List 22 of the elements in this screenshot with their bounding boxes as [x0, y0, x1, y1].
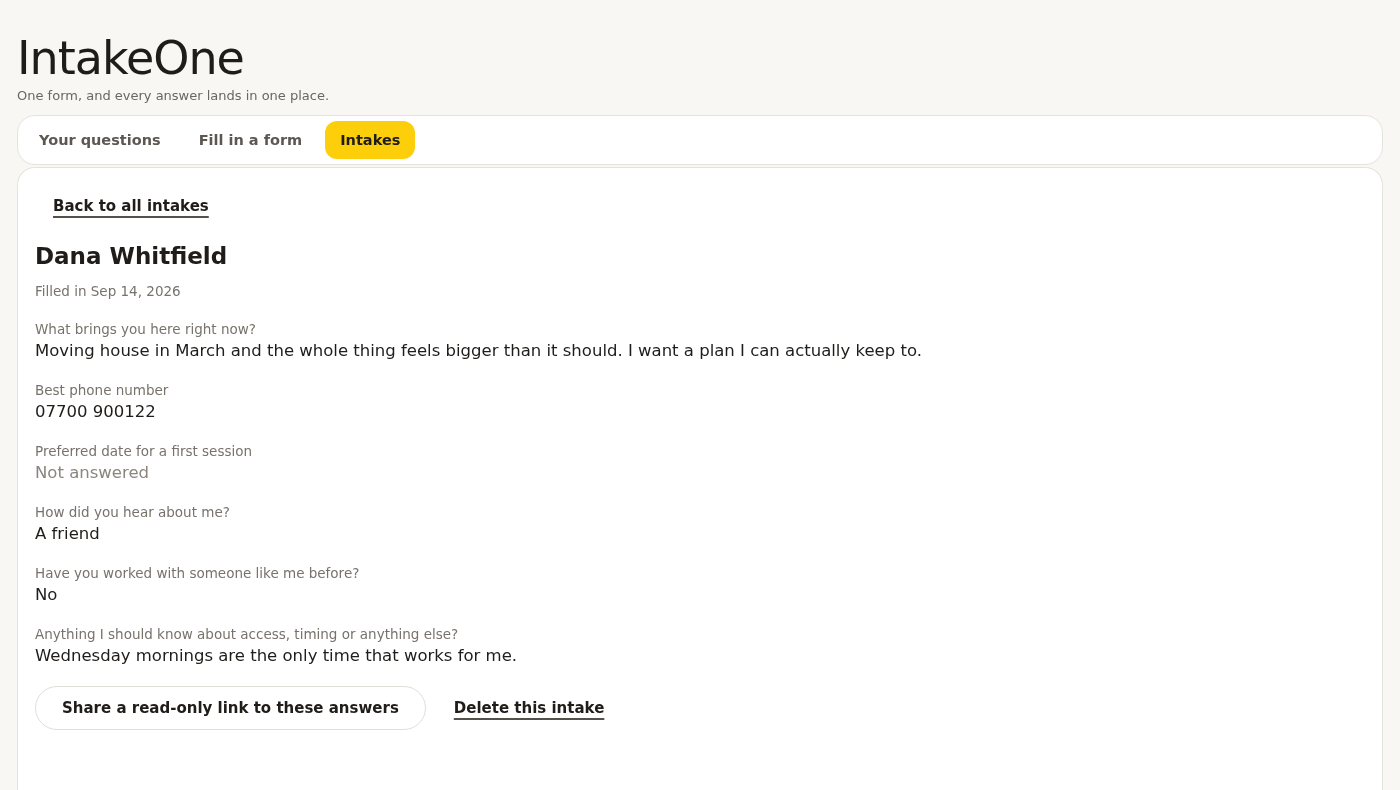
- answer-text: Moving house in March and the whole thing feels bigger than it should. I want a plan I can actually keep to.: [35, 341, 923, 360]
- answer-text: Wednesday mornings are the only time that works for me.: [35, 646, 519, 665]
- answer-text: 07700 900122: [35, 402, 157, 421]
- share-link-button[interactable]: Share a read-only link to these answers: [35, 686, 426, 730]
- answer-text: Not answered: [35, 463, 150, 482]
- question-label: Have you worked with someone like me before?: [35, 565, 361, 581]
- question-label: How did you hear about me?: [35, 504, 231, 520]
- question-label: Best phone number: [35, 382, 170, 398]
- tab[interactable]: Fill in a form: [183, 121, 318, 159]
- filled-date: Filled in Sep 14, 2026: [35, 283, 182, 299]
- answer-text: A friend: [35, 524, 101, 543]
- tab[interactable]: Your questions: [24, 121, 176, 159]
- app-title: IntakeOne: [17, 30, 245, 86]
- tab[interactable]: Intakes: [325, 121, 416, 159]
- app-tagline: One form, and every answer lands in one place.: [17, 88, 331, 103]
- question-label: Preferred date for a first session: [35, 443, 254, 459]
- question-label: Anything I should know about access, timing or anything else?: [35, 626, 460, 642]
- answer-text: No: [35, 585, 59, 604]
- back-link[interactable]: Back to all intakes: [53, 197, 209, 215]
- delete-link[interactable]: Delete this intake: [453, 699, 605, 717]
- intake-name: Dana Whitfield: [35, 243, 229, 269]
- question-label: What brings you here right now?: [35, 321, 257, 337]
